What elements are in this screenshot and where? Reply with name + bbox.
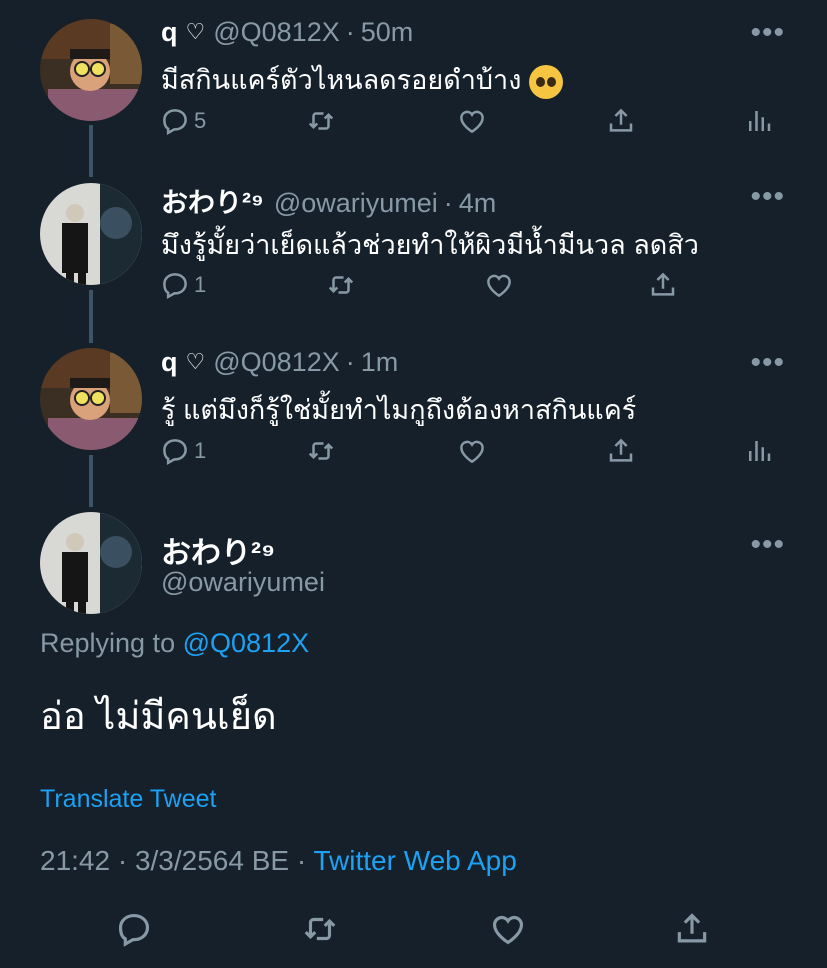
share-icon — [673, 910, 711, 948]
analytics-icon — [744, 106, 774, 136]
retweet-icon — [306, 436, 336, 466]
heart-outline-icon: ♡ — [185, 349, 206, 374]
heart-outline-icon: ♡ — [185, 19, 206, 44]
like-icon — [457, 106, 487, 136]
like-button[interactable] — [457, 436, 487, 466]
pleading-face-emoji — [529, 64, 564, 99]
avatar[interactable] — [40, 348, 142, 450]
tweet-header: おわり²⁹ @owariyumei · 4m — [161, 181, 496, 220]
translate-tweet-link[interactable]: Translate Tweet — [40, 785, 216, 814]
like-button[interactable] — [484, 270, 514, 300]
tweet-text: มึงรู้มั้ยว่าเย็ดแล้วช่วยทำให้ผิวมีน้ำมี… — [161, 230, 699, 260]
tweet-meta: 21:42 · 3/3/2564 BE · Twitter Web App — [40, 845, 517, 877]
separator: · — [345, 347, 355, 377]
share-button[interactable] — [606, 436, 636, 466]
like-button[interactable] — [489, 910, 527, 948]
share-button[interactable] — [673, 910, 711, 948]
handle[interactable]: @owariyumei — [274, 188, 438, 219]
retweet-button[interactable] — [301, 910, 339, 948]
handle[interactable]: @Q0812X — [213, 347, 339, 378]
avatar[interactable] — [40, 512, 142, 614]
analytics-icon — [744, 436, 774, 466]
reply-button[interactable]: 5 — [160, 106, 206, 136]
thread-line — [89, 125, 93, 177]
avatar[interactable] — [40, 19, 142, 121]
reply-icon — [160, 270, 190, 300]
reply-icon — [160, 106, 190, 136]
like-icon — [457, 436, 487, 466]
display-name[interactable]: q — [161, 17, 178, 48]
handle[interactable]: @Q0812X — [213, 17, 339, 48]
mention-link[interactable]: @Q0812X — [183, 628, 309, 658]
reply-icon — [115, 910, 153, 948]
avatar[interactable] — [40, 183, 142, 285]
display-name[interactable]: q — [161, 347, 178, 378]
replying-prefix: Replying to — [40, 628, 176, 658]
share-button[interactable] — [606, 106, 636, 136]
reply-icon — [160, 436, 190, 466]
retweet-icon — [306, 106, 336, 136]
reply-count: 1 — [194, 272, 207, 297]
more-icon[interactable]: ••• — [750, 18, 785, 48]
like-icon — [489, 910, 527, 948]
analytics-button[interactable] — [744, 106, 774, 136]
tweet-header: q ♡ @Q0812X · 50m — [161, 17, 413, 48]
separator: · — [345, 17, 355, 47]
thread-line — [89, 290, 93, 343]
share-icon — [606, 436, 636, 466]
tweet-text-body: มีสกินแคร์ตัวไหนลดรอยดำบ้าง — [161, 65, 522, 95]
more-icon[interactable]: ••• — [750, 530, 785, 560]
timestamp[interactable]: 1m — [361, 347, 399, 378]
more-icon[interactable]: ••• — [750, 182, 785, 212]
reply-button[interactable] — [115, 910, 153, 948]
timestamp[interactable]: 4m — [459, 188, 497, 219]
reply-button[interactable]: 1 — [160, 270, 206, 300]
like-icon — [484, 270, 514, 300]
tweet-timestamp[interactable]: 21:42 · 3/3/2564 BE · — [40, 845, 313, 876]
retweet-button[interactable] — [306, 106, 336, 136]
retweet-button[interactable] — [326, 270, 356, 300]
tweet-header: q ♡ @Q0812X · 1m — [161, 347, 398, 378]
analytics-button[interactable] — [744, 436, 774, 466]
display-name[interactable]: おわり²⁹ — [161, 181, 264, 220]
reply-count: 5 — [194, 108, 207, 133]
separator: · — [443, 188, 453, 218]
like-button[interactable] — [457, 106, 487, 136]
reply-count: 1 — [194, 438, 207, 463]
thread-line — [89, 455, 93, 507]
retweet-button[interactable] — [306, 436, 336, 466]
tweet-text: มีสกินแคร์ตัวไหนลดรอยดำบ้าง — [161, 58, 564, 101]
more-icon[interactable]: ••• — [750, 348, 785, 378]
share-icon — [606, 106, 636, 136]
share-button[interactable] — [648, 270, 678, 300]
display-name[interactable]: おわり²⁹ — [161, 528, 275, 572]
retweet-icon — [326, 270, 356, 300]
timestamp[interactable]: 50m — [361, 17, 414, 48]
tweet-source-link[interactable]: Twitter Web App — [313, 845, 516, 876]
retweet-icon — [301, 910, 339, 948]
handle[interactable]: @owariyumei — [161, 567, 325, 598]
reply-button[interactable]: 1 — [160, 436, 206, 466]
tweet-text: อ่อ ไม่มีคนเย็ด — [40, 696, 277, 738]
tweet-text: รู้ แต่มึงก็รู้ใช่มั้ยทำไมกูถึงต้องหาสกิ… — [161, 395, 637, 425]
replying-to: Replying to @Q0812X — [40, 628, 309, 659]
share-icon — [648, 270, 678, 300]
